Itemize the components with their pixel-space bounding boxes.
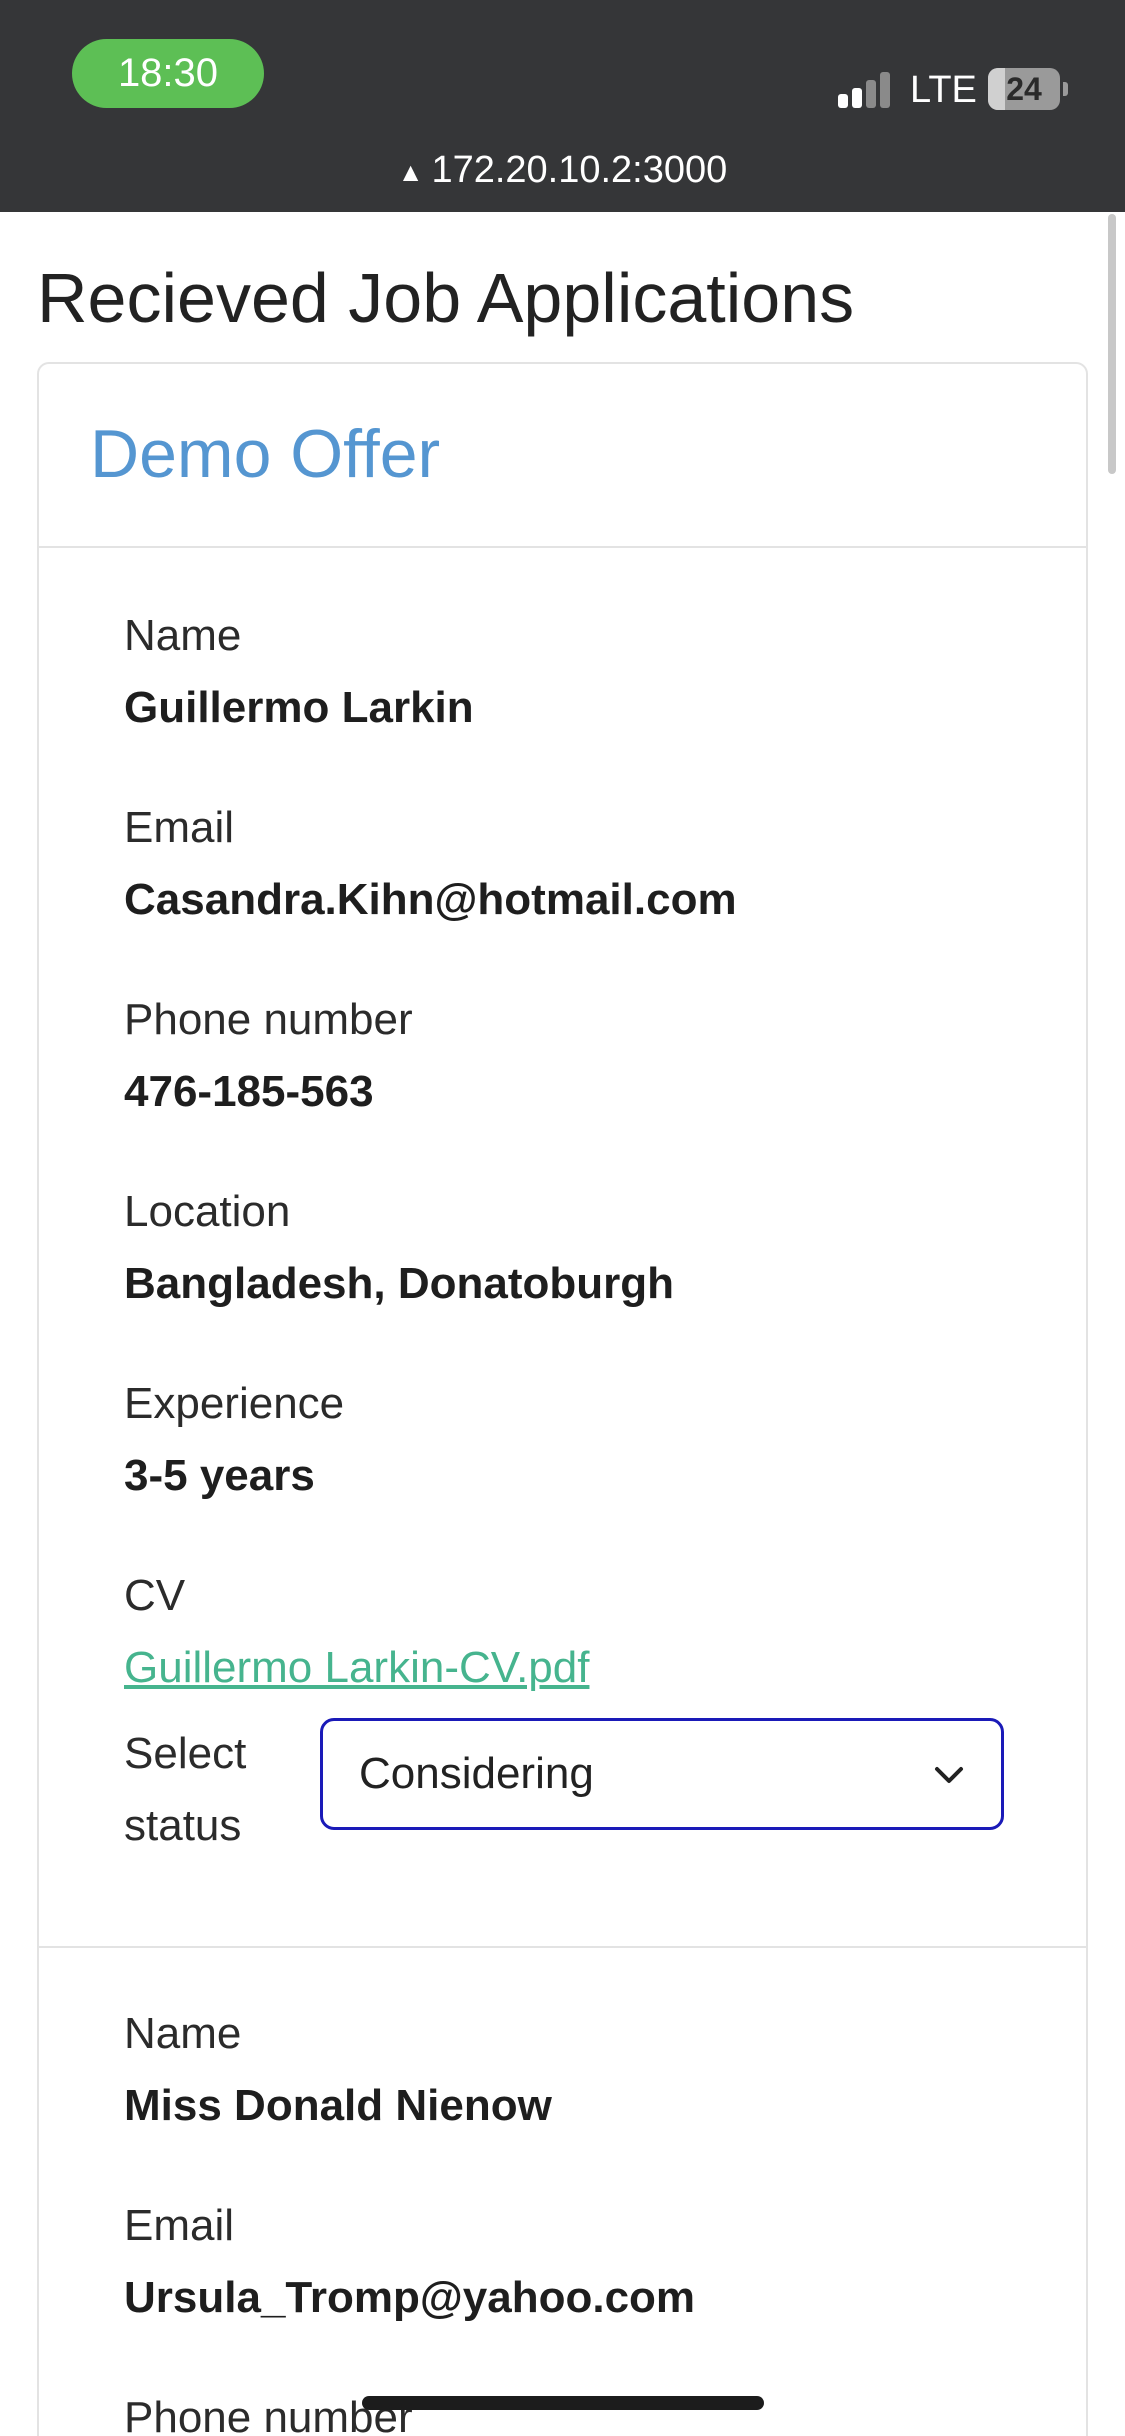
phone-field: Phone number 476-185-563 [124,992,1024,1120]
status-select[interactable]: Considering [320,1718,1004,1830]
network-type: LTE [910,69,977,111]
applicant-name: Miss Donald Nienow [124,2081,552,2130]
signal-bars-icon [838,72,898,108]
status-time: 18:30 [72,39,264,108]
applicant-entry: Name Miss Donald Nienow Email Ursula_Tro… [39,1946,1086,2436]
applicant-email: Casandra.Kihn@hotmail.com [124,875,737,924]
applicant-entry: Name Guillermo Larkin Email Casandra.Kih… [39,548,1086,1948]
offer-card-header: Demo Offer [39,364,1086,548]
email-field: Email Casandra.Kihn@hotmail.com [124,800,1024,928]
experience-field: Experience 3-5 years [124,1376,1024,1504]
offer-title: Demo Offer [90,416,441,492]
name-label: Name [124,611,242,660]
applicant-phone: 476-185-563 [124,1067,374,1116]
address-bar[interactable]: ▲ 172.20.10.2:3000 [0,140,1125,200]
location-field: Location Bangladesh, Donatoburgh [124,1184,1024,1312]
email-field: Email Ursula_Tromp@yahoo.com [124,2198,1024,2326]
phone-label: Phone number [124,995,413,1044]
offer-card: Demo Offer Name Guillermo Larkin Email C… [37,362,1088,2436]
url-text: 172.20.10.2:3000 [431,149,728,191]
battery-percent: 24 [1006,71,1042,107]
home-indicator[interactable] [362,2396,764,2410]
page-title: Recieved Job Applications [37,259,855,337]
cv-label: CV [124,1571,186,1620]
status-select-value: Considering [359,1749,594,1798]
applicant-experience: 3-5 years [124,1451,315,1500]
applicant-name: Guillermo Larkin [124,683,474,732]
chevron-down-icon [935,1767,963,1783]
name-field: Name Miss Donald Nienow [124,2006,1024,2134]
battery-icon: 24 [988,68,1068,110]
cv-field: CV Guillermo Larkin-CV.pdf [124,1568,1024,1696]
select-status-label: Select status [124,1729,247,1850]
name-field: Name Guillermo Larkin [124,608,1024,736]
email-label: Email [124,2201,235,2250]
email-label: Email [124,803,235,852]
status-bar: 18:30 LTE 24 ▲ 172.20.10.2:3000 [0,0,1125,212]
cv-link[interactable]: Guillermo Larkin-CV.pdf [124,1640,1024,1696]
not-secure-warning-icon: ▲ [397,156,424,187]
scrollbar[interactable] [1108,214,1116,474]
status-row: Select status Considering [124,1718,1044,1850]
location-label: Location [124,1187,291,1236]
applicant-location: Bangladesh, Donatoburgh [124,1259,674,1308]
experience-label: Experience [124,1379,345,1428]
applicant-email: Ursula_Tromp@yahoo.com [124,2273,696,2322]
name-label: Name [124,2009,242,2058]
